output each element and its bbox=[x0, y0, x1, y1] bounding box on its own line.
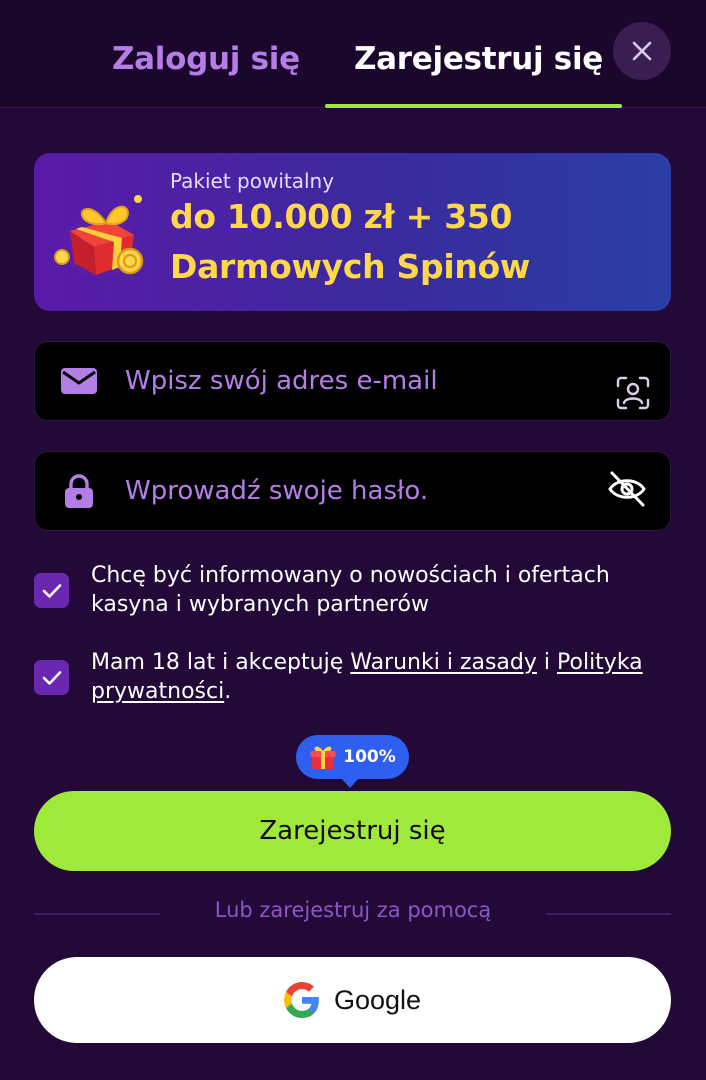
mail-icon bbox=[61, 368, 97, 394]
close-button[interactable] bbox=[613, 22, 671, 80]
promo-headline-line2: Darmowych Spinów bbox=[170, 247, 531, 286]
age-consent-middle: i bbox=[536, 650, 558, 675]
divider-left bbox=[34, 913, 160, 915]
gift-icon bbox=[54, 195, 144, 277]
newsletter-consent-text: Chcę być informowany o nowościach i ofer… bbox=[91, 563, 610, 617]
auth-header: Zaloguj się Zarejestruj się bbox=[0, 0, 706, 108]
divider-right bbox=[546, 913, 671, 915]
welcome-package-banner: Pakiet powitalny do 10.000 zł + 350 Darm… bbox=[34, 153, 671, 311]
age-terms-consent-text: Mam 18 lat i akceptuję Warunki i zasady … bbox=[91, 648, 666, 706]
lock-icon bbox=[65, 474, 93, 508]
tab-login[interactable]: Zaloguj się bbox=[112, 34, 300, 84]
email-field bbox=[34, 341, 671, 421]
check-icon bbox=[42, 583, 61, 598]
check-icon bbox=[42, 670, 61, 685]
google-signup-button[interactable]: Google bbox=[34, 957, 671, 1043]
age-consent-suffix: . bbox=[224, 679, 232, 704]
terms-link[interactable]: Warunki i zasady bbox=[350, 650, 537, 675]
eye-off-icon[interactable] bbox=[607, 470, 647, 508]
promo-subtitle: Pakiet powitalny bbox=[170, 169, 335, 193]
newsletter-checkbox[interactable] bbox=[34, 573, 69, 608]
age-terms-checkbox[interactable] bbox=[34, 660, 69, 695]
google-logo-icon bbox=[283, 982, 319, 1018]
gift-icon bbox=[310, 746, 336, 769]
bonus-badge: 100% bbox=[296, 735, 409, 788]
age-consent-prefix: Mam 18 lat i akceptuję bbox=[91, 650, 351, 675]
password-input[interactable] bbox=[123, 468, 593, 514]
bonus-percentage: 100% bbox=[343, 747, 396, 767]
tab-register[interactable]: Zarejestruj się bbox=[354, 34, 603, 84]
alt-signup-label: Lub zarejestruj za pomocą bbox=[214, 898, 492, 922]
google-button-label: Google bbox=[333, 984, 422, 1015]
active-tab-indicator bbox=[325, 104, 622, 108]
password-field bbox=[34, 451, 671, 531]
register-submit-button[interactable]: Zarejestruj się bbox=[34, 791, 671, 871]
face-scan-icon[interactable] bbox=[615, 375, 651, 411]
email-input[interactable] bbox=[123, 358, 593, 404]
close-icon bbox=[632, 41, 652, 61]
promo-headline-line1: do 10.000 zł + 350 bbox=[170, 197, 513, 236]
